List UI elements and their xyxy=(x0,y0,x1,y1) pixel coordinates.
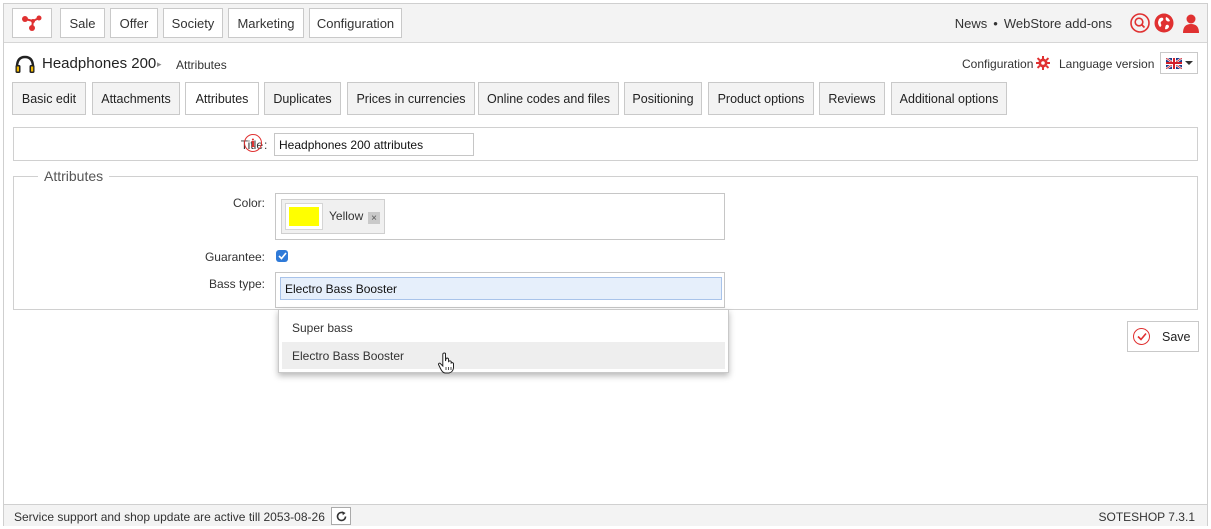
search-icon[interactable] xyxy=(1130,13,1150,33)
nav-configuration-button[interactable]: Configuration xyxy=(309,8,402,38)
color-multiselect[interactable]: Yellow × xyxy=(275,193,725,240)
uk-flag-icon xyxy=(1165,57,1182,69)
attributes-legend: Attributes xyxy=(38,168,110,184)
tab-attributes[interactable]: Attributes xyxy=(185,82,259,115)
breadcrumb-arrow-icon: ▸ xyxy=(157,59,162,69)
page-header: Headphones 200 ▸ Attributes Configuratio… xyxy=(4,44,1207,82)
check-icon xyxy=(277,252,287,260)
title-panel: Title i : xyxy=(13,127,1198,161)
app-window: Sale Offer Society Marketing Configurati… xyxy=(3,3,1208,526)
title-colon: : xyxy=(264,138,268,152)
yellow-swatch-fill xyxy=(289,207,319,226)
save-button-label: Save xyxy=(1162,329,1191,344)
language-select[interactable] xyxy=(1160,52,1198,74)
tab-basic-edit[interactable]: Basic edit xyxy=(12,82,86,115)
tab-positioning[interactable]: Positioning xyxy=(624,82,702,115)
dropdown-option-super-bass[interactable]: Super bass xyxy=(282,314,725,341)
webstore-addons-link[interactable]: WebStore add-ons xyxy=(1004,16,1112,31)
tab-attachments[interactable]: Attachments xyxy=(92,82,180,115)
title-input[interactable] xyxy=(274,133,474,156)
page-title: Headphones 200 xyxy=(42,55,157,72)
gear-icon[interactable] xyxy=(1036,56,1050,70)
refresh-icon[interactable] xyxy=(331,507,351,525)
user-icon[interactable] xyxy=(1181,13,1201,33)
info-icon[interactable]: i xyxy=(244,134,262,152)
chevron-down-icon xyxy=(1184,61,1193,65)
bass-type-label: Bass type: xyxy=(208,277,265,291)
top-navigation: Sale Offer Society Marketing Configurati… xyxy=(4,4,1207,43)
bass-type-combobox xyxy=(275,272,725,308)
version-label: SOTESHOP 7.3.1 xyxy=(1098,510,1196,524)
breadcrumb-current: Attributes xyxy=(176,58,227,72)
news-link[interactable]: News xyxy=(955,16,988,31)
support-status-text: Service support and shop update are acti… xyxy=(14,510,325,524)
check-circle-icon xyxy=(1133,328,1150,345)
tab-reviews[interactable]: Reviews xyxy=(819,82,885,115)
color-tag-label: Yellow xyxy=(329,209,364,223)
configuration-link[interactable]: Configuration xyxy=(962,57,1033,71)
save-button[interactable]: Save xyxy=(1127,321,1199,352)
top-links: News • WebStore add-ons xyxy=(955,16,1112,31)
tab-online-codes-and-files[interactable]: Online codes and files xyxy=(478,82,619,115)
guarantee-checkbox[interactable] xyxy=(276,250,288,262)
language-version-label: Language version xyxy=(1059,57,1155,71)
nav-society-button[interactable]: Society xyxy=(163,8,223,38)
remove-tag-icon[interactable]: × xyxy=(368,212,380,224)
tab-product-options[interactable]: Product options xyxy=(708,82,814,115)
guarantee-label: Guarantee: xyxy=(204,250,265,264)
attributes-fieldset: Attributes Color: Yellow × Guarantee: Ba… xyxy=(13,168,1198,310)
nav-sale-button[interactable]: Sale xyxy=(60,8,105,38)
headphones-icon xyxy=(14,54,36,74)
color-swatch xyxy=(285,203,323,230)
tab-additional-options[interactable]: Additional options xyxy=(891,82,1007,115)
bass-type-dropdown: Super bass Electro Bass Booster xyxy=(278,309,729,373)
hand-cursor-icon xyxy=(437,352,455,374)
nav-marketing-button[interactable]: Marketing xyxy=(228,8,304,38)
nav-offer-button[interactable]: Offer xyxy=(110,8,158,38)
network-logo-icon[interactable] xyxy=(12,8,52,38)
separator-dot: • xyxy=(993,16,998,31)
status-bar: Service support and shop update are acti… xyxy=(4,504,1207,526)
globe-icon[interactable] xyxy=(1154,13,1174,33)
color-label: Color: xyxy=(232,196,265,210)
tab-prices-in-currencies[interactable]: Prices in currencies xyxy=(347,82,475,115)
color-tag: Yellow × xyxy=(281,199,385,234)
tab-duplicates[interactable]: Duplicates xyxy=(264,82,341,115)
dropdown-option-electro-bass-booster[interactable]: Electro Bass Booster xyxy=(282,342,725,369)
bass-type-input[interactable] xyxy=(280,277,722,300)
